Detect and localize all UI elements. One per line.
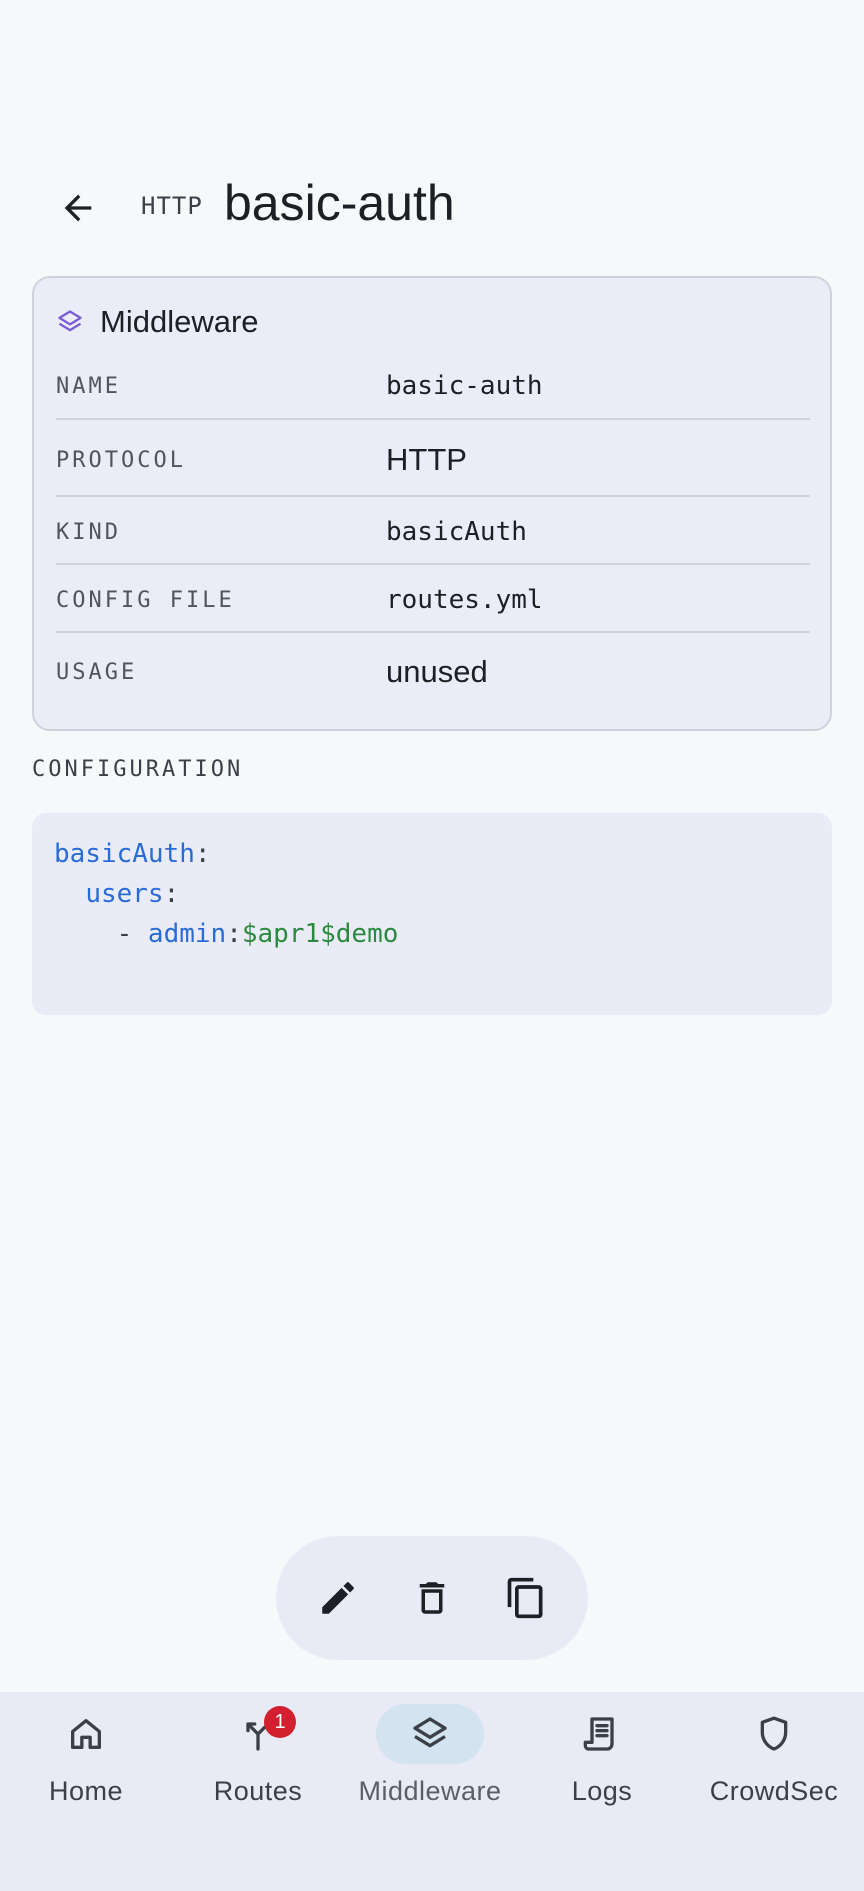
back-button[interactable]	[52, 182, 104, 234]
detail-row-usage: USAGE unused	[56, 650, 810, 694]
nav-label: Home	[48, 1776, 124, 1806]
divider	[56, 563, 810, 565]
code-key: basicAuth	[54, 839, 195, 869]
code-separator: :	[226, 919, 242, 949]
logs-icon	[583, 1717, 614, 1751]
nav-icon-container: 1	[204, 1704, 312, 1764]
card-header: Middleware	[56, 302, 259, 342]
detail-key: USAGE	[56, 659, 138, 685]
detail-key: KIND	[56, 519, 121, 545]
detail-value: basic-auth	[386, 371, 543, 401]
detail-value: routes.yml	[386, 585, 543, 615]
detail-key: NAME	[56, 373, 121, 399]
arrow-back-icon	[64, 194, 92, 222]
page-title: basic-auth	[224, 175, 455, 231]
nav-label: CrowdSec	[709, 1776, 839, 1806]
detail-value: unused	[386, 654, 488, 689]
protocol-tag: HTTP	[141, 192, 203, 220]
code-line: basicAuth:	[54, 839, 211, 869]
nav-label: Routes	[213, 1776, 303, 1806]
detail-row-name: NAME basic-auth	[56, 366, 810, 406]
detail-row-protocol: PROTOCOL HTTP	[56, 438, 810, 482]
nav-label: Logs	[571, 1776, 633, 1806]
nav-item-logs[interactable]: Logs	[516, 1692, 688, 1852]
detail-row-kind: KIND basicAuth	[56, 512, 810, 552]
bottom-navigation: Home 1 Routes Middleware Logs CrowdSec	[0, 1692, 864, 1891]
detail-value: basicAuth	[386, 517, 527, 547]
home-icon	[71, 1719, 102, 1749]
detail-value: HTTP	[386, 442, 467, 477]
code-key: admin	[147, 919, 227, 949]
code-indent: -	[54, 919, 148, 949]
nav-icon-container	[548, 1704, 656, 1764]
edit-button[interactable]	[311, 1571, 365, 1625]
code-value: $apr1$demo	[241, 919, 399, 949]
configuration-label: CONFIGURATION	[32, 757, 244, 782]
copy-icon	[507, 1577, 543, 1619]
nav-icon-container	[720, 1704, 828, 1764]
nav-item-routes[interactable]: 1 Routes	[172, 1692, 344, 1852]
shield-icon	[760, 1716, 788, 1751]
layers-icon	[413, 1717, 447, 1748]
detail-key: PROTOCOL	[56, 447, 186, 473]
divider	[56, 495, 810, 497]
pencil-icon	[322, 1582, 354, 1614]
divider	[56, 418, 810, 420]
nav-item-home[interactable]: Home	[0, 1692, 172, 1852]
detail-row-config-file: CONFIG FILE routes.yml	[56, 580, 810, 620]
nav-item-crowdsec[interactable]: CrowdSec	[688, 1692, 860, 1852]
code-line: users:	[54, 879, 179, 909]
nav-label: Middleware	[358, 1776, 502, 1806]
code-separator: :	[163, 879, 180, 909]
configuration-code[interactable]: basicAuth: users: - admin:$apr1$demo	[32, 813, 832, 1015]
code-line: - admin:$apr1$demo	[54, 919, 399, 949]
divider	[56, 631, 810, 633]
notification-badge: 1	[264, 1706, 296, 1738]
code-key: users	[85, 879, 164, 909]
layers-icon	[58, 310, 82, 332]
code-separator: :	[194, 839, 211, 869]
delete-button[interactable]	[405, 1571, 459, 1625]
card-title: Middleware	[100, 304, 259, 339]
action-bar	[276, 1536, 588, 1660]
nav-item-middleware[interactable]: Middleware	[344, 1692, 516, 1852]
app-header: HTTP basic-auth	[0, 160, 864, 250]
trash-icon	[419, 1582, 445, 1614]
detail-key: CONFIG FILE	[56, 587, 235, 613]
duplicate-button[interactable]	[499, 1571, 553, 1625]
nav-icon-container	[32, 1704, 140, 1764]
middleware-card: Middleware NAME basic-auth PROTOCOL HTTP…	[32, 276, 832, 731]
nav-icon-container	[376, 1704, 484, 1764]
